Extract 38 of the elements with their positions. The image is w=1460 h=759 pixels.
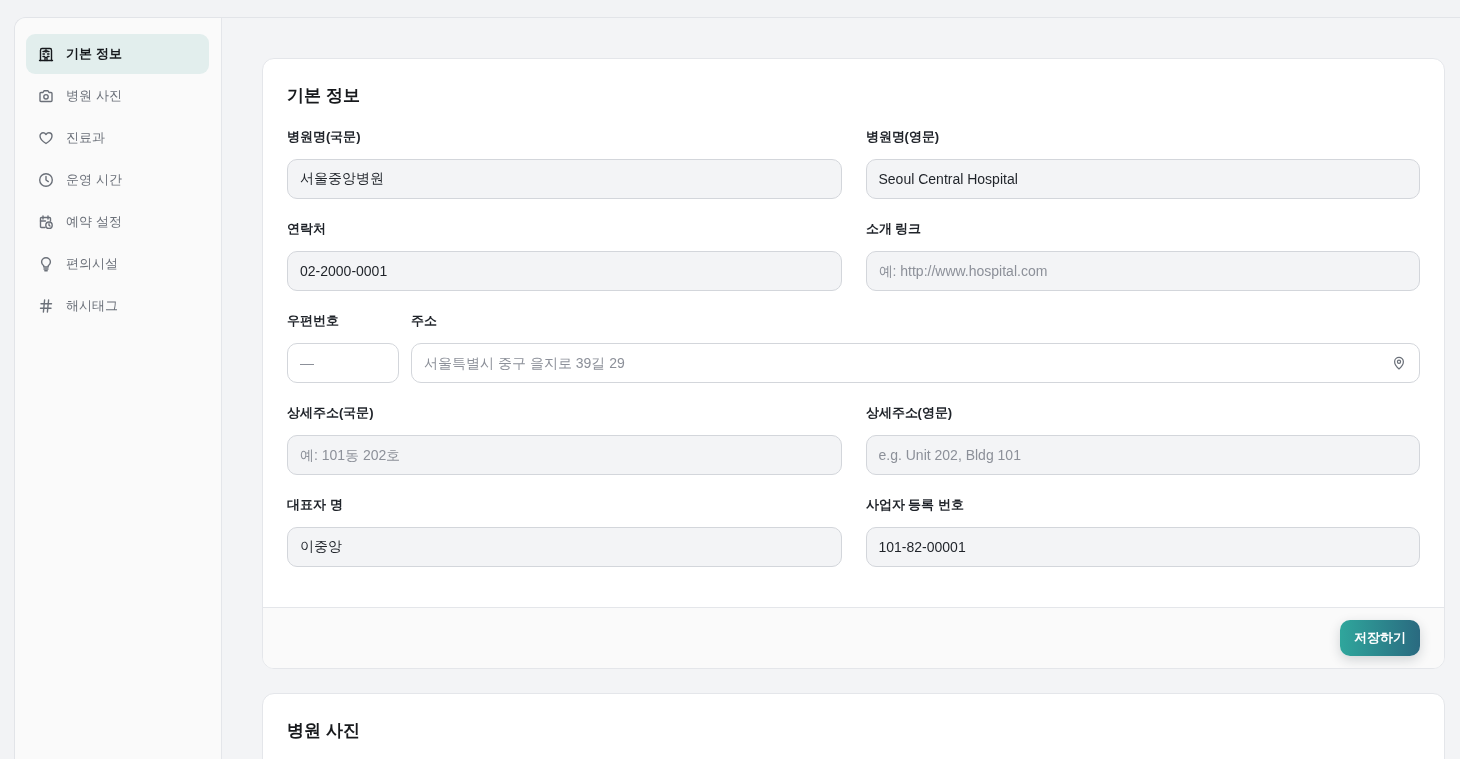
save-button[interactable]: 저장하기 xyxy=(1340,620,1420,656)
text-field[interactable]: 예: http://www.hospital.com xyxy=(865,251,1420,291)
section-title: 기본 정보 xyxy=(287,85,361,107)
text-field[interactable]: e.g. Unit 202, Bldg 101 xyxy=(865,435,1420,475)
address-field[interactable]: 서울특별시 중구 을지로 39길 29 xyxy=(411,343,1420,383)
text-field[interactable]: 101-82-00001 xyxy=(865,527,1420,567)
field-label: 우편번호 xyxy=(287,312,340,330)
field-label: 상세주소(영문) xyxy=(865,404,954,422)
sidebar-item[interactable]: 예약 설정 xyxy=(26,202,209,242)
sidebar-item[interactable]: 병원 사진 xyxy=(26,76,209,116)
field-label: 주소 xyxy=(411,312,438,330)
camera-icon xyxy=(38,88,54,104)
map-pin-icon xyxy=(1392,356,1406,370)
sidebar-item[interactable]: 해시태그 xyxy=(26,286,209,326)
field-label: 소개 링크 xyxy=(865,220,923,238)
text-field[interactable]: 이중앙 xyxy=(287,527,842,567)
section-title: 병원 사진 xyxy=(287,720,361,742)
field-label: 병원명(영문) xyxy=(865,128,941,146)
field-label: 병원명(국문) xyxy=(287,128,362,146)
hash-icon xyxy=(38,298,54,314)
sidebar-item[interactable]: 진료과 xyxy=(26,118,209,158)
text-field[interactable]: Seoul Central Hospital xyxy=(865,159,1420,199)
calendar-clock-icon xyxy=(38,214,54,230)
text-field[interactable]: 예: 101동 202호 xyxy=(287,435,842,475)
sidebar-item[interactable]: 기본 정보 xyxy=(26,34,209,74)
field-label: 상세주소(국문) xyxy=(287,404,375,422)
sidebar-item[interactable]: 편의시설 xyxy=(26,244,209,284)
text-field[interactable]: 02-2000-0001 xyxy=(287,251,842,291)
text-field[interactable]: 서울중앙병원 xyxy=(287,159,842,199)
field-label: 사업자 등록 번호 xyxy=(865,496,965,514)
clock-icon xyxy=(38,172,54,188)
building-icon xyxy=(38,46,54,62)
lightbulb-icon xyxy=(38,256,54,272)
zip-code-field[interactable]: — xyxy=(287,343,399,383)
heart-icon xyxy=(38,130,54,146)
field-label: 대표자 명 xyxy=(287,496,344,514)
sidebar-item[interactable]: 운영 시간 xyxy=(26,160,209,200)
field-label: 연락처 xyxy=(287,220,327,238)
